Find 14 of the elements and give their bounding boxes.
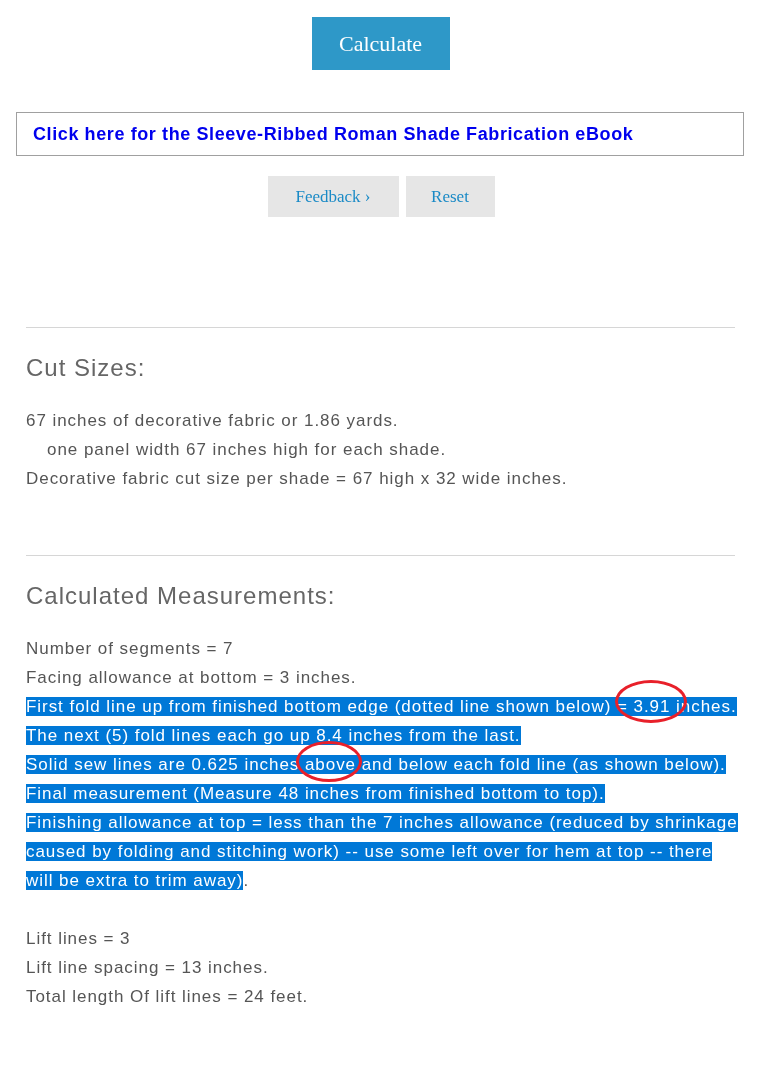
text-line: one panel width 67 inches high for each shade. bbox=[46, 439, 448, 461]
section-heading: Cut Sizes: bbox=[26, 354, 147, 382]
text-line: Total length Of lift lines = 24 feet. bbox=[26, 986, 310, 1008]
text-line: 67 inches of decorative fabric or 1.86 yards. bbox=[26, 410, 400, 432]
reset-button[interactable]: Reset bbox=[405, 176, 495, 217]
section-heading: Calculated Measurements: bbox=[26, 582, 337, 610]
text-line: Facing allowance at bottom = 3 inches. bbox=[26, 667, 358, 689]
text-line: Lift line spacing = 13 inches. bbox=[26, 957, 270, 979]
text-line: Lift lines = 3 bbox=[26, 928, 132, 950]
text-line: Decorative fabric cut size per shade = 67 high x 32 wide inches. bbox=[26, 468, 569, 490]
ebook-link[interactable]: Click here for the Sleeve-Ribbed Roman Shade Fabrication eBook bbox=[33, 123, 634, 145]
text-line: Number of segments = 7 bbox=[26, 638, 235, 660]
feedback-button[interactable]: Feedback › bbox=[267, 176, 399, 217]
calculate-button[interactable]: Calculate bbox=[311, 17, 450, 70]
